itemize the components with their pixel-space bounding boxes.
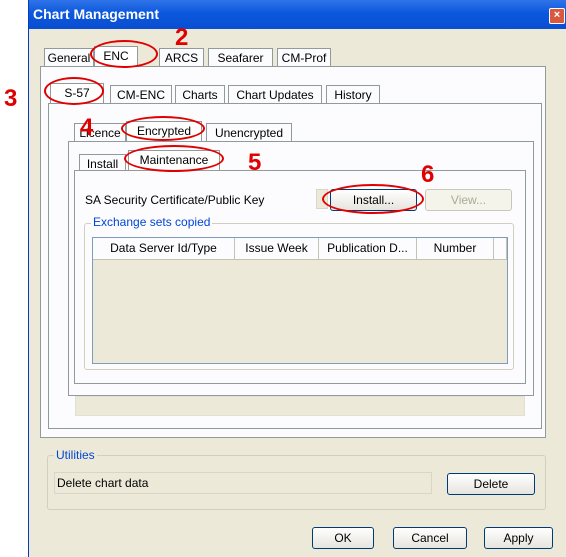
apply-button[interactable]: Apply (484, 527, 553, 549)
view-certificate-button[interactable]: View... (425, 189, 512, 211)
close-icon[interactable]: × (549, 8, 565, 24)
tab-maintenance[interactable]: Maintenance (128, 150, 220, 170)
marker-3: 3 (4, 85, 18, 112)
tab-cm-prof[interactable]: CM-Prof (277, 48, 331, 67)
utilities-legend: Utilities (54, 448, 97, 462)
column-spacer (494, 238, 507, 260)
delete-chart-data-label: Delete chart data (57, 476, 149, 490)
column-issue-week[interactable]: Issue Week (235, 238, 319, 260)
tab-encrypted[interactable]: Encrypted (126, 121, 202, 141)
delete-button[interactable]: Delete (447, 473, 535, 495)
certificate-field (316, 189, 328, 209)
title-bar: Chart Management × (29, 0, 566, 29)
tab-cm-enc[interactable]: CM-ENC (110, 85, 172, 104)
marker-2: 2 (175, 24, 189, 51)
column-number[interactable]: Number (417, 238, 494, 260)
certificate-label: SA Security Certificate/Public Key (85, 193, 265, 207)
status-strip (75, 396, 525, 416)
tab-history[interactable]: History (326, 85, 380, 104)
window-title: Chart Management (33, 6, 160, 22)
tab-charts[interactable]: Charts (175, 85, 225, 104)
tab-chart-updates[interactable]: Chart Updates (228, 85, 322, 104)
install-certificate-button[interactable]: Install... (330, 189, 417, 211)
tab-enc[interactable]: ENC (94, 46, 138, 66)
marker-5: 5 (248, 149, 262, 176)
marker-4: 4 (80, 114, 94, 141)
ok-button[interactable]: OK (312, 527, 374, 549)
tab-unencrypted[interactable]: Unencrypted (206, 123, 292, 142)
exchange-sets-legend: Exchange sets copied (91, 215, 213, 229)
marker-6: 6 (421, 161, 435, 188)
tab-s57[interactable]: S-57 (50, 83, 104, 103)
tab-seafarer[interactable]: Seafarer (208, 48, 273, 67)
column-data-server[interactable]: Data Server Id/Type (93, 238, 235, 260)
exchange-sets-list[interactable]: Data Server Id/Type Issue Week Publicati… (92, 237, 508, 364)
column-publication-date[interactable]: Publication D... (319, 238, 417, 260)
tab-general[interactable]: General (44, 48, 94, 67)
cancel-button[interactable]: Cancel (393, 527, 467, 549)
